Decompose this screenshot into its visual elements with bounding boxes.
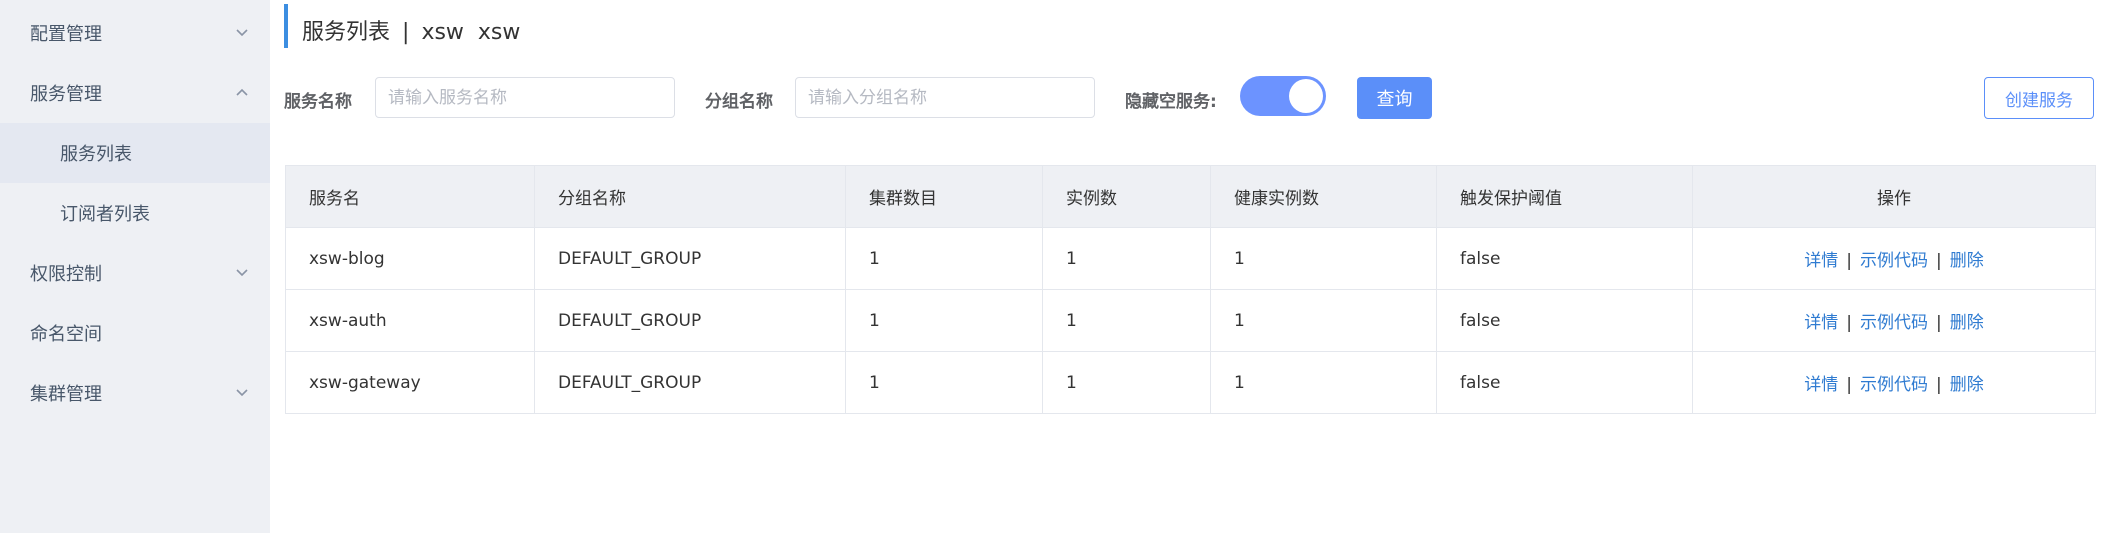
toggle-knob [1289,79,1323,113]
detail-link[interactable]: 详情 [1804,375,1838,395]
table-row: xsw-blog DEFAULT_GROUP 1 1 1 false 详情 | 示例… [285,227,2096,290]
healthy-count-cell: 1 [1210,351,1437,414]
column-header: 集群数目 [845,165,1043,228]
sample-code-link[interactable]: 示例代码 [1860,251,1928,271]
service-name-cell: xsw-auth [285,289,535,352]
service-name-cell: xsw-blog [285,227,535,290]
table-header-row: 服务名 分组名称 集群数目 实例数 健康实例数 触发保护阈值 操作 [285,165,2096,228]
delete-link[interactable]: 删除 [1950,375,1984,395]
hide-empty-toggle[interactable] [1240,76,1326,116]
delete-link[interactable]: 删除 [1950,313,1984,333]
healthy-count-cell: 1 [1210,289,1437,352]
action-separator: | [1846,375,1852,395]
chevron-down-icon [234,265,250,281]
menu-label: 集群管理 [30,384,102,405]
cluster-count-cell: 1 [845,351,1043,414]
menu-service-management[interactable]: 服务管理 [0,63,270,123]
cluster-count-cell: 1 [845,227,1043,290]
column-header: 健康实例数 [1210,165,1437,228]
instance-count-cell: 1 [1042,227,1211,290]
menu-label: 服务管理 [30,84,102,105]
column-header: 触发保护阈值 [1436,165,1693,228]
threshold-cell: false [1436,289,1693,352]
service-table: 服务名 分组名称 集群数目 实例数 健康实例数 触发保护阈值 操作 xsw-bl… [285,165,2096,414]
menu-label: 权限控制 [30,264,102,285]
menu-label: 订阅者列表 [60,204,150,225]
menu-config-management[interactable]: 配置管理 [0,3,270,63]
healthy-count-cell: 1 [1210,227,1437,290]
namespace-label: xsw xsw [421,20,521,45]
instance-count-cell: 1 [1042,351,1211,414]
action-separator: | [1936,251,1942,271]
sidebar: 配置管理 服务管理 服务列表 订阅者列表 权限控制 命名空间 集群管理 [0,0,270,533]
menu-cluster-management[interactable]: 集群管理 [0,363,270,423]
cluster-count-cell: 1 [845,289,1043,352]
column-header: 操作 [1692,165,2096,228]
group-name-cell: DEFAULT_GROUP [534,351,846,414]
detail-link[interactable]: 详情 [1804,313,1838,333]
chevron-up-icon [234,85,250,101]
group-name-cell: DEFAULT_GROUP [534,289,846,352]
chevron-down-icon [234,25,250,41]
column-header: 服务名 [285,165,535,228]
action-separator: | [1846,313,1852,333]
group-name-input[interactable] [795,77,1095,118]
delete-link[interactable]: 删除 [1950,251,1984,271]
table-row: xsw-auth DEFAULT_GROUP 1 1 1 false 详情 | 示例… [285,289,2096,352]
table-row: xsw-gateway DEFAULT_GROUP 1 1 1 false 详情… [285,351,2096,414]
threshold-cell: false [1436,351,1693,414]
actions-cell: 详情 | 示例代码 | 删除 [1692,351,2096,414]
service-name-cell: xsw-gateway [285,351,535,414]
title-accent-bar [284,4,288,48]
actions-cell: 详情 | 示例代码 | 删除 [1692,289,2096,352]
action-separator: | [1936,313,1942,333]
hide-empty-label: 隐藏空服务: [1125,92,1217,112]
sample-code-link[interactable]: 示例代码 [1860,313,1928,333]
service-name-label: 服务名称 [284,92,352,112]
service-name-input[interactable] [375,77,675,118]
actions-cell: 详情 | 示例代码 | 删除 [1692,227,2096,290]
title-separator: | [402,20,410,45]
sidebar-item-service-list[interactable]: 服务列表 [0,123,270,183]
query-button[interactable]: 查询 [1357,77,1432,119]
menu-access-control[interactable]: 权限控制 [0,243,270,303]
group-name-cell: DEFAULT_GROUP [534,227,846,290]
page-title-text: 服务列表 [302,20,391,45]
sidebar-item-subscriber-list[interactable]: 订阅者列表 [0,183,270,243]
action-separator: | [1846,251,1852,271]
action-separator: | [1936,375,1942,395]
menu-label: 服务列表 [60,144,132,165]
chevron-down-icon [234,385,250,401]
group-name-label: 分组名称 [705,92,773,112]
menu-namespace[interactable]: 命名空间 [0,303,270,363]
page-title: 服务列表 | xsw xsw [302,14,520,46]
sample-code-link[interactable]: 示例代码 [1860,375,1928,395]
detail-link[interactable]: 详情 [1804,251,1838,271]
menu-label: 命名空间 [30,324,102,345]
column-header: 实例数 [1042,165,1211,228]
instance-count-cell: 1 [1042,289,1211,352]
menu-label: 配置管理 [30,24,102,45]
column-header: 分组名称 [534,165,846,228]
threshold-cell: false [1436,227,1693,290]
create-service-button[interactable]: 创建服务 [1984,77,2094,119]
